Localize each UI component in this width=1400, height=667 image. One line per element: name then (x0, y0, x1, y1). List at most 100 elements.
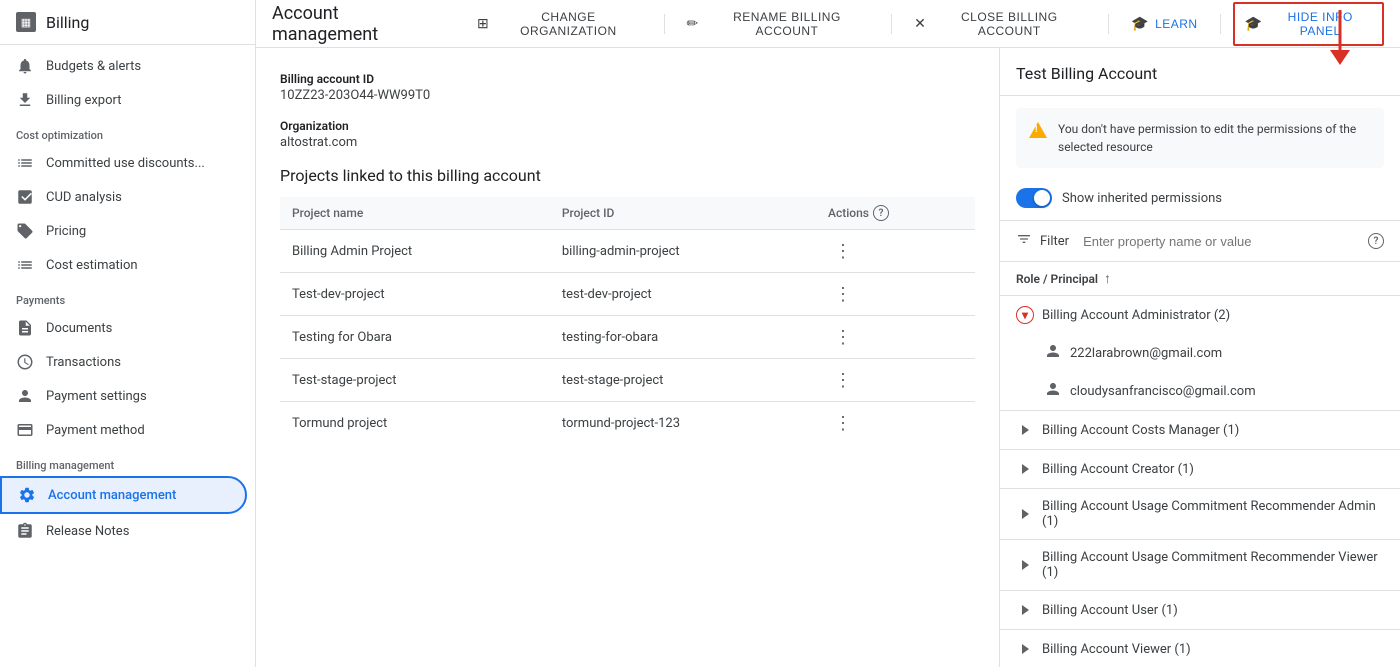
topbar-actions: ⊞ CHANGE ORGANIZATION ✏ RENAME BILLING A… (467, 2, 1384, 46)
table-row: Testing for Obara testing-for-obara ⋮ (280, 316, 975, 359)
sidebar-header: ▦ Billing (0, 0, 255, 45)
app-title: Billing (46, 13, 89, 32)
main-panel: Billing account ID 10ZZ23-203O44-WW99T0 … (256, 48, 1000, 667)
role-header[interactable]: Billing Account Usage Commitment Recomme… (1000, 540, 1400, 590)
project-name-cell: Testing for Obara (280, 316, 550, 359)
release-notes-label: Release Notes (46, 524, 129, 539)
sidebar-item-documents[interactable]: Documents (0, 311, 247, 345)
kebab-menu-button[interactable]: ⋮ (828, 369, 858, 391)
role-header[interactable]: ▾ Billing Account Administrator (2) (1000, 296, 1400, 334)
sidebar-item-committed-use[interactable]: Committed use discounts... (0, 146, 247, 180)
role-expand-icon (1016, 505, 1034, 523)
actions-help-icon[interactable]: ? (873, 205, 889, 221)
payment-settings-label: Payment settings (46, 389, 147, 404)
cost-estimation-label: Cost estimation (46, 258, 138, 273)
table-row: Tormund project tormund-project-123 ⋮ (280, 402, 975, 445)
kebab-menu-button[interactable]: ⋮ (828, 283, 858, 305)
committed-use-icon (16, 154, 34, 172)
kebab-menu-button[interactable]: ⋮ (828, 240, 858, 262)
role-name: Billing Account Viewer (1) (1042, 642, 1384, 657)
sidebar-item-transactions[interactable]: Transactions (0, 345, 247, 379)
collapse-icon (1016, 601, 1034, 619)
payments-section-label: Payments (0, 282, 255, 311)
role-name: Billing Account Creator (1) (1042, 462, 1384, 477)
role-name: Billing Account Costs Manager (1) (1042, 423, 1384, 438)
collapse-icon (1016, 421, 1034, 439)
role-header[interactable]: Billing Account Creator (1) (1000, 450, 1400, 488)
kebab-menu-button[interactable]: ⋮ (828, 412, 858, 434)
sidebar-item-release-notes[interactable]: Release Notes (0, 514, 247, 548)
role-header[interactable]: Billing Account User (1) (1000, 591, 1400, 629)
sidebar: ▦ Billing Budgets & alerts Billing expor… (0, 0, 256, 667)
cost-estimation-icon (16, 256, 34, 274)
projects-section-title: Projects linked to this billing account (280, 166, 975, 185)
cud-analysis-icon (16, 188, 34, 206)
divider-1 (664, 14, 665, 34)
topbar: Account management ⊞ CHANGE ORGANIZATION… (256, 0, 1400, 48)
learn-icon: 🎓 (1131, 15, 1149, 32)
filter-input[interactable] (1083, 234, 1360, 249)
role-expand-icon (1016, 421, 1034, 439)
project-id-cell: testing-for-obara (550, 316, 816, 359)
transactions-icon (16, 353, 34, 371)
billing-id-value: 10ZZ23-203O44-WW99T0 (280, 88, 975, 103)
role-item: Billing Account Viewer (1) (1000, 630, 1400, 667)
sidebar-item-payment-settings[interactable]: Payment settings (0, 379, 247, 413)
transactions-label: Transactions (46, 355, 121, 370)
person-icon (1044, 380, 1062, 402)
billing-export-icon (16, 91, 34, 109)
role-item: Billing Account Usage Commitment Recomme… (1000, 540, 1400, 591)
collapse-icon (1016, 556, 1034, 574)
role-header[interactable]: Billing Account Viewer (1) (1000, 630, 1400, 667)
role-item: Billing Account Costs Manager (1) (1000, 411, 1400, 450)
cud-analysis-label: CUD analysis (46, 190, 122, 205)
filter-label: Filter (1040, 234, 1069, 249)
sidebar-item-billing-export[interactable]: Billing export (0, 83, 247, 117)
table-row: Test-stage-project test-stage-project ⋮ (280, 359, 975, 402)
change-org-icon: ⊞ (477, 15, 489, 32)
col-project-name: Project name (280, 197, 550, 230)
pricing-icon (16, 222, 34, 240)
change-organization-button[interactable]: ⊞ CHANGE ORGANIZATION (467, 4, 652, 44)
close-billing-account-button[interactable]: ✕ CLOSE BILLING ACCOUNT (904, 4, 1096, 44)
learn-button[interactable]: 🎓 LEARN (1121, 9, 1207, 38)
kebab-menu-button[interactable]: ⋮ (828, 326, 858, 348)
show-inherited-toggle[interactable] (1016, 188, 1052, 208)
sort-icon[interactable]: ↑ (1104, 270, 1111, 287)
sidebar-item-pricing[interactable]: Pricing (0, 214, 247, 248)
project-id-cell: test-stage-project (550, 359, 816, 402)
role-header[interactable]: Billing Account Usage Commitment Recomme… (1000, 489, 1400, 539)
sidebar-item-cud-analysis[interactable]: CUD analysis (0, 180, 247, 214)
info-panel-title: Test Billing Account (1000, 48, 1400, 96)
expand-icon: ▾ (1016, 306, 1034, 324)
table-row: Billing Admin Project billing-admin-proj… (280, 230, 975, 273)
close-billing-icon: ✕ (914, 15, 926, 32)
project-id-cell: billing-admin-project (550, 230, 816, 273)
billing-export-label: Billing export (46, 93, 121, 108)
sidebar-item-budgets-alerts[interactable]: Budgets & alerts (0, 49, 247, 83)
warning-triangle-icon (1029, 122, 1047, 138)
collapse-icon (1016, 640, 1034, 658)
project-name-cell: Tormund project (280, 402, 550, 445)
rename-billing-account-button[interactable]: ✏ RENAME BILLING ACCOUNT (677, 4, 880, 44)
organization-field: Organization altostrat.com (280, 119, 975, 150)
role-member: cloudysanfrancisco@gmail.com (1000, 372, 1400, 410)
filter-help-icon[interactable]: ? (1368, 233, 1384, 249)
filter-row: Filter ? (1000, 221, 1400, 262)
role-name: Billing Account User (1) (1042, 603, 1384, 618)
role-principal-header: Role / Principal ↑ (1000, 262, 1400, 296)
role-header[interactable]: Billing Account Costs Manager (1) (1000, 411, 1400, 449)
role-expand-icon (1016, 556, 1034, 574)
sidebar-item-account-management[interactable]: Account management (0, 476, 247, 514)
collapse-icon (1016, 505, 1034, 523)
billing-id-label: Billing account ID (280, 72, 975, 86)
sidebar-item-payment-method[interactable]: Payment method (0, 413, 247, 447)
hide-info-panel-button[interactable]: 🎓 HIDE INFO PANEL (1233, 2, 1384, 46)
info-panel: Test Billing Account You don't have perm… (1000, 48, 1400, 667)
role-item: Billing Account User (1) (1000, 591, 1400, 630)
sidebar-item-cost-estimation[interactable]: Cost estimation (0, 248, 247, 282)
role-item: Billing Account Usage Commitment Recomme… (1000, 489, 1400, 540)
show-inherited-row: Show inherited permissions (1000, 180, 1400, 221)
payment-method-icon (16, 421, 34, 439)
projects-table: Project name Project ID Actions ? (280, 197, 975, 444)
